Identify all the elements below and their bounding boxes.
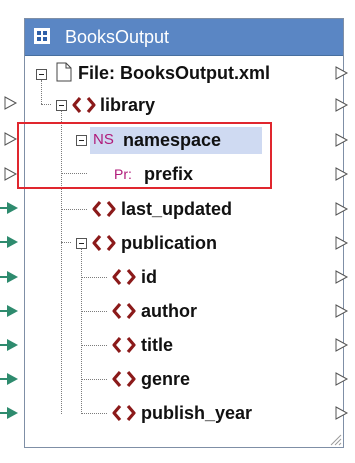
- element-icon: [112, 370, 136, 388]
- element-icon: [112, 404, 136, 422]
- tree-row-author[interactable]: author: [0, 298, 355, 324]
- element-icon: [112, 336, 136, 354]
- namespace-badge: NS: [93, 131, 114, 148]
- output-port-library[interactable]: [335, 98, 349, 112]
- file-prefix: File:: [78, 63, 116, 83]
- tree-row-publication[interactable]: publication: [0, 230, 355, 256]
- publish-year-label: publish_year: [141, 403, 253, 423]
- publication-label: publication: [121, 233, 217, 253]
- element-icon: [112, 302, 136, 320]
- output-port-publication[interactable]: [335, 236, 349, 250]
- namespace-label: namespace: [123, 130, 222, 150]
- tree-row-library[interactable]: library: [0, 92, 355, 118]
- prefix-badge: Pr:: [114, 166, 132, 182]
- tree-row-prefix[interactable]: Pr: prefix: [0, 161, 355, 187]
- collapse-toggle[interactable]: [56, 100, 67, 111]
- element-icon: [92, 234, 116, 252]
- element-icon: [72, 96, 96, 114]
- tree-row-publish-year[interactable]: publish_year: [0, 400, 355, 426]
- tree-row-file[interactable]: File: BooksOutput.xml: [0, 60, 355, 86]
- tree-row-last-updated[interactable]: last_updated: [0, 196, 355, 222]
- output-port-title[interactable]: [335, 338, 349, 352]
- collapse-toggle[interactable]: [76, 238, 87, 249]
- output-port-last-updated[interactable]: [335, 202, 349, 216]
- title-label: title: [141, 335, 174, 355]
- xml-component-icon: [34, 28, 50, 44]
- element-icon: [92, 200, 116, 218]
- output-port-prefix[interactable]: [335, 167, 349, 181]
- prefix-label: prefix: [144, 164, 194, 184]
- tree-row-namespace[interactable]: NS namespace: [0, 127, 355, 153]
- tree-row-id[interactable]: id: [0, 264, 355, 290]
- component-title: BooksOutput: [65, 27, 170, 47]
- author-label: author: [141, 301, 197, 321]
- library-label: library: [100, 95, 156, 115]
- output-port-id[interactable]: [335, 270, 349, 284]
- component-title-bar[interactable]: BooksOutput: [25, 19, 343, 56]
- genre-label: genre: [141, 369, 191, 389]
- collapse-toggle[interactable]: [36, 69, 47, 80]
- tree-row-title[interactable]: title: [0, 332, 355, 358]
- file-label: File: BooksOutput.xml: [78, 62, 270, 84]
- output-port-namespace[interactable]: [335, 133, 349, 147]
- output-port-file[interactable]: [335, 66, 349, 80]
- element-icon: [112, 268, 136, 286]
- collapse-toggle[interactable]: [76, 135, 87, 146]
- id-label: id: [141, 267, 157, 287]
- file-name: BooksOutput.xml: [120, 63, 271, 83]
- output-port-publish-year[interactable]: [335, 406, 349, 420]
- last-updated-label: last_updated: [121, 199, 233, 219]
- output-port-genre[interactable]: [335, 372, 349, 386]
- resize-grip-icon[interactable]: [328, 432, 342, 446]
- file-icon: [56, 62, 72, 82]
- output-port-author[interactable]: [335, 304, 349, 318]
- tree-row-genre[interactable]: genre: [0, 366, 355, 392]
